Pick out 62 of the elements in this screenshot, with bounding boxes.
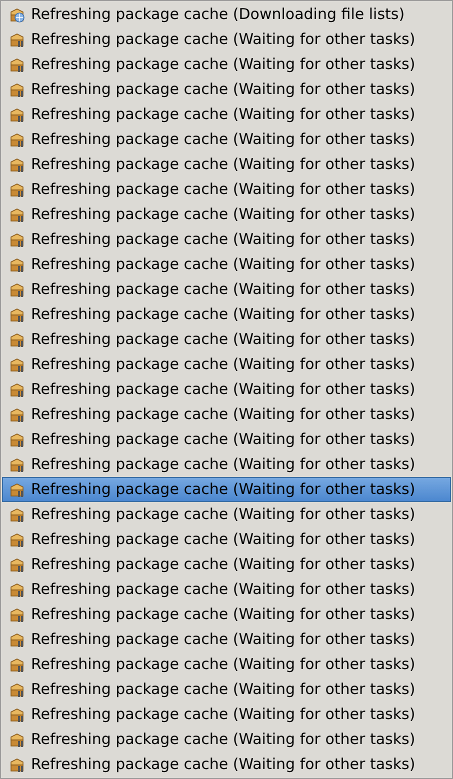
task-row[interactable]: Refreshing package cache (Waiting for other tasks) — [2, 652, 451, 677]
task-row[interactable]: Refreshing package cache (Waiting for other tasks) — [2, 477, 451, 502]
task-row[interactable]: Refreshing package cache (Waiting for other tasks) — [2, 402, 451, 427]
package-pause-icon — [9, 706, 25, 722]
task-row[interactable]: Refreshing package cache (Waiting for other tasks) — [2, 327, 451, 352]
task-row[interactable]: Refreshing package cache (Waiting for other tasks) — [2, 252, 451, 277]
package-pause-icon — [9, 182, 25, 198]
task-row[interactable]: Refreshing package cache (Waiting for other tasks) — [2, 702, 451, 727]
package-pause-icon — [9, 232, 25, 248]
package-pause-icon — [9, 556, 25, 572]
task-row[interactable]: Refreshing package cache (Waiting for other tasks) — [2, 77, 451, 102]
task-row[interactable]: Refreshing package cache (Waiting for other tasks) — [2, 552, 451, 577]
task-row[interactable]: Refreshing package cache (Waiting for other tasks) — [2, 752, 451, 777]
package-pause-icon — [9, 406, 25, 422]
package-pause-icon — [9, 482, 25, 498]
package-pause-icon — [9, 32, 25, 48]
package-pause-icon — [9, 56, 25, 72]
task-row[interactable]: Refreshing package cache (Waiting for other tasks) — [2, 302, 451, 327]
package-pause-icon — [9, 206, 25, 222]
package-pause-icon — [9, 332, 25, 348]
task-row[interactable]: Refreshing package cache (Waiting for other tasks) — [2, 677, 451, 702]
package-pause-icon — [9, 306, 25, 322]
task-row[interactable]: Refreshing package cache (Waiting for other tasks) — [2, 502, 451, 527]
task-row[interactable]: Refreshing package cache (Waiting for other tasks) — [2, 52, 451, 77]
package-pause-icon — [9, 582, 25, 598]
package-pause-icon — [9, 756, 25, 772]
task-row[interactable]: Refreshing package cache (Waiting for other tasks) — [2, 27, 451, 52]
package-pause-icon — [9, 656, 25, 672]
package-globe-icon — [9, 6, 25, 22]
task-row[interactable]: Refreshing package cache (Waiting for other tasks) — [2, 227, 451, 252]
task-row[interactable]: Refreshing package cache (Waiting for other tasks) — [2, 352, 451, 377]
task-row[interactable]: Refreshing package cache (Waiting for other tasks) — [2, 377, 451, 402]
task-row[interactable]: Refreshing package cache (Waiting for other tasks) — [2, 527, 451, 552]
package-pause-icon — [9, 282, 25, 298]
package-pause-icon — [9, 356, 25, 372]
package-pause-icon — [9, 456, 25, 472]
package-pause-icon — [9, 156, 25, 172]
package-pause-icon — [9, 432, 25, 448]
task-row[interactable]: Refreshing package cache (Waiting for other tasks) — [2, 602, 451, 627]
task-row[interactable]: Refreshing package cache (Waiting for other tasks) — [2, 427, 451, 452]
package-pause-icon — [9, 256, 25, 272]
package-pause-icon — [9, 382, 25, 398]
task-row[interactable]: Refreshing package cache (Waiting for other tasks) — [2, 202, 451, 227]
package-pause-icon — [9, 132, 25, 148]
task-row[interactable]: Refreshing package cache (Waiting for other tasks) — [2, 102, 451, 127]
package-pause-icon — [9, 106, 25, 122]
task-row[interactable]: Refreshing package cache (Waiting for other tasks) — [2, 127, 451, 152]
package-pause-icon — [9, 82, 25, 98]
task-row[interactable]: Refreshing package cache (Waiting for other tasks) — [2, 627, 451, 652]
task-row[interactable]: Refreshing package cache (Waiting for other tasks) — [2, 177, 451, 202]
package-pause-icon — [9, 632, 25, 648]
task-row[interactable]: Refreshing package cache (Waiting for other tasks) — [2, 452, 451, 477]
package-pause-icon — [9, 606, 25, 622]
task-row[interactable]: Refreshing package cache (Waiting for other tasks) — [2, 727, 451, 752]
package-pause-icon — [9, 732, 25, 748]
package-pause-icon — [9, 506, 25, 522]
task-row[interactable]: Refreshing package cache (Downloading file lists) — [2, 2, 451, 27]
task-row[interactable]: Refreshing package cache (Waiting for other tasks) — [2, 152, 451, 177]
package-pause-icon — [9, 532, 25, 548]
task-row[interactable]: Refreshing package cache (Waiting for other tasks) — [2, 577, 451, 602]
task-row[interactable]: Refreshing package cache (Waiting for other tasks) — [2, 277, 451, 302]
package-pause-icon — [9, 682, 25, 698]
